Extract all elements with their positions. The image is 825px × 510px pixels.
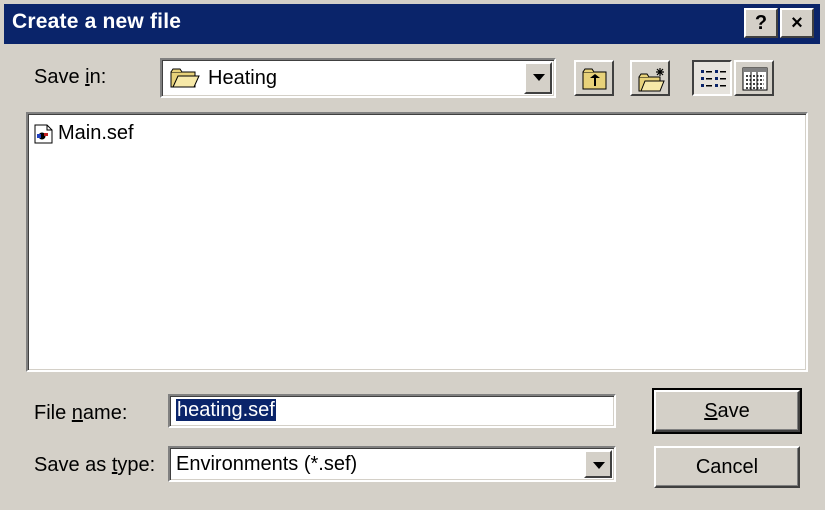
create-file-dialog: Create a new file ? × Save in: Heating M… (0, 0, 825, 510)
close-button[interactable]: × (780, 8, 814, 38)
file-name-label: File name: (34, 402, 128, 424)
title-bar[interactable]: Create a new file ? × (4, 4, 820, 44)
save-in-combo[interactable]: Heating (160, 58, 556, 98)
up-one-level-button[interactable] (574, 60, 614, 96)
save-in-label: Save in: (34, 66, 107, 88)
create-new-folder-icon (638, 68, 665, 92)
file-name-label: Main.sef (58, 122, 134, 144)
sef-file-icon (34, 124, 54, 149)
up-one-level-icon (582, 68, 607, 90)
create-new-folder-button[interactable] (630, 60, 670, 96)
close-icon: × (791, 12, 803, 34)
list-view-button[interactable] (692, 60, 732, 96)
file-name-value: heating.sef (176, 399, 276, 421)
list-view-icon (701, 70, 726, 87)
save-as-type-label: Save as type: (34, 454, 156, 476)
save-in-value: Heating (208, 67, 277, 89)
cancel-button[interactable]: Cancel (654, 446, 800, 488)
window-title: Create a new file (12, 10, 182, 33)
help-icon: ? (754, 12, 768, 34)
save-button[interactable]: Save (652, 388, 802, 434)
save-as-type-value: Environments (*.sef) (176, 453, 358, 475)
file-list[interactable]: Main.sef (26, 112, 808, 372)
file-name-input[interactable]: heating.sef (168, 394, 616, 428)
save-in-dropdown-icon[interactable] (524, 62, 552, 94)
details-view-button[interactable] (734, 60, 774, 96)
save-as-type-combo[interactable]: Environments (*.sef) (168, 446, 616, 482)
details-view-icon (742, 67, 768, 91)
save-as-type-dropdown-icon[interactable] (584, 450, 612, 478)
folder-icon (170, 67, 200, 94)
help-button[interactable]: ? (744, 8, 778, 38)
